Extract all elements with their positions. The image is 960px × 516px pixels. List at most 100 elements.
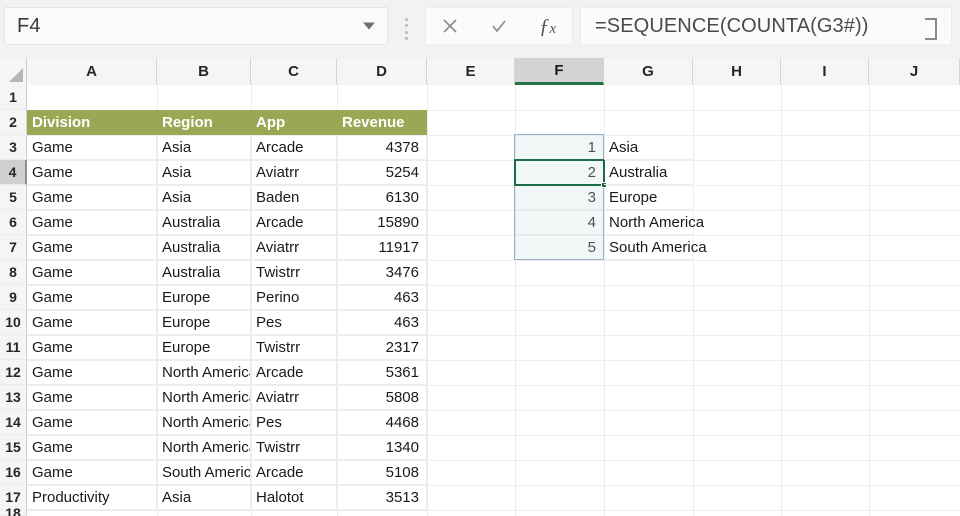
cell-b16[interactable]: South America (157, 460, 251, 485)
cell-a9[interactable]: Game (27, 285, 157, 310)
cell-a13[interactable]: Game (27, 385, 157, 410)
column-header-f[interactable]: F (515, 58, 604, 85)
cell-d13[interactable]: 5808 (337, 385, 427, 410)
column-header-b[interactable]: B (157, 58, 251, 85)
cell-d10[interactable]: 463 (337, 310, 427, 335)
cell-d5[interactable]: 6130 (337, 185, 427, 210)
cell-c14[interactable]: Pes (251, 410, 337, 435)
row-header-8[interactable]: 8 (0, 260, 27, 285)
cell-d17[interactable]: 3513 (337, 485, 427, 510)
cell-d6[interactable]: 15890 (337, 210, 427, 235)
cell-a11[interactable]: Game (27, 335, 157, 360)
cell-b6[interactable]: Australia (157, 210, 251, 235)
cell-c6[interactable]: Arcade (251, 210, 337, 235)
cell-a8[interactable]: Game (27, 260, 157, 285)
cell-b8[interactable]: Australia (157, 260, 251, 285)
table-header-cell-d2[interactable]: Revenue (337, 110, 427, 135)
cell-d9[interactable]: 463 (337, 285, 427, 310)
cell-a15[interactable]: Game (27, 435, 157, 460)
column-header-h[interactable]: H (693, 58, 781, 85)
cell-b13[interactable]: North America (157, 385, 251, 410)
table-header-cell-c2[interactable]: App (251, 110, 337, 135)
cell-c11[interactable]: Twistrr (251, 335, 337, 360)
cell-d14[interactable]: 4468 (337, 410, 427, 435)
cell-g6[interactable]: North America (604, 210, 704, 235)
select-all-corner[interactable] (0, 58, 27, 85)
cell-g3[interactable]: Asia (604, 135, 693, 160)
row-header-5[interactable]: 5 (0, 185, 27, 210)
column-header-i[interactable]: I (781, 58, 869, 85)
cell-c17[interactable]: Halotot (251, 485, 337, 510)
cell-c4[interactable]: Aviatrr (251, 160, 337, 185)
column-header-g[interactable]: G (604, 58, 693, 85)
cell-c16[interactable]: Arcade (251, 460, 337, 485)
cell-b10[interactable]: Europe (157, 310, 251, 335)
column-header-e[interactable]: E (427, 58, 515, 85)
cell-b12[interactable]: North America (157, 360, 251, 385)
row-header-13[interactable]: 13 (0, 385, 27, 410)
cell-g5[interactable]: Europe (604, 185, 693, 210)
cell-a4[interactable]: Game (27, 160, 157, 185)
cell-a3[interactable]: Game (27, 135, 157, 160)
cell-c7[interactable]: Aviatrr (251, 235, 337, 260)
cancel-button[interactable] (427, 8, 473, 44)
cell-d7[interactable]: 11917 (337, 235, 427, 260)
expand-formula-bar-icon[interactable] (925, 18, 937, 40)
cell-d15[interactable]: 1340 (337, 435, 427, 460)
cell-c15[interactable]: Twistrr (251, 435, 337, 460)
cell-d11[interactable]: 2317 (337, 335, 427, 360)
cell-b9[interactable]: Europe (157, 285, 251, 310)
row-header-14[interactable]: 14 (0, 410, 27, 435)
chevron-down-icon[interactable] (363, 22, 375, 30)
row-header-7[interactable]: 7 (0, 235, 27, 260)
cell-c8[interactable]: Twistrr (251, 260, 337, 285)
row-header-16[interactable]: 16 (0, 460, 27, 485)
row-header-4[interactable]: 4 (0, 160, 27, 185)
row-header-2[interactable]: 2 (0, 110, 27, 135)
cell-c12[interactable]: Arcade (251, 360, 337, 385)
cell-d8[interactable]: 3476 (337, 260, 427, 285)
row-header-12[interactable]: 12 (0, 360, 27, 385)
cell-a7[interactable]: Game (27, 235, 157, 260)
cell-a12[interactable]: Game (27, 360, 157, 385)
table-header-cell-a2[interactable]: Division (27, 110, 157, 135)
cell-a14[interactable]: Game (27, 410, 157, 435)
cell-b3[interactable]: Asia (157, 135, 251, 160)
column-header-j[interactable]: J (869, 58, 960, 85)
formula-input[interactable]: =SEQUENCE(COUNTA(G3#)) (580, 7, 952, 45)
cell-b17[interactable]: Asia (157, 485, 251, 510)
row-header-15[interactable]: 15 (0, 435, 27, 460)
formula-bar-grip[interactable] (404, 18, 408, 40)
row-header-11[interactable]: 11 (0, 335, 27, 360)
insert-function-button[interactable]: ƒx (525, 8, 571, 44)
cell-a16[interactable]: Game (27, 460, 157, 485)
cell-c10[interactable]: Pes (251, 310, 337, 335)
cell-c13[interactable]: Aviatrr (251, 385, 337, 410)
cell-a6[interactable]: Game (27, 210, 157, 235)
cell-b14[interactable]: North America (157, 410, 251, 435)
cell-c5[interactable]: Baden (251, 185, 337, 210)
cell-d12[interactable]: 5361 (337, 360, 427, 385)
column-header-c[interactable]: C (251, 58, 337, 85)
spreadsheet-grid[interactable]: ABCDEFGHIJ 1 2 3 4 5 6 7 8 9 10 11 12 13 14 15 16 17 18 D… (0, 58, 960, 516)
cell-c9[interactable]: Perino (251, 285, 337, 310)
cell-d4[interactable]: 5254 (337, 160, 427, 185)
cell-d16[interactable]: 5108 (337, 460, 427, 485)
row-header-9[interactable]: 9 (0, 285, 27, 310)
name-box[interactable]: F4 (4, 7, 388, 45)
row-header-18[interactable]: 18 (0, 505, 27, 516)
cell-g7[interactable]: South America (604, 235, 707, 260)
row-header-6[interactable]: 6 (0, 210, 27, 235)
cell-a5[interactable]: Game (27, 185, 157, 210)
cell-b7[interactable]: Australia (157, 235, 251, 260)
cell-a10[interactable]: Game (27, 310, 157, 335)
cell-b5[interactable]: Asia (157, 185, 251, 210)
cell-g4[interactable]: Australia (604, 160, 693, 185)
table-header-cell-b2[interactable]: Region (157, 110, 251, 135)
column-header-d[interactable]: D (337, 58, 427, 85)
cell-a17[interactable]: Productivity (27, 485, 157, 510)
cell-b11[interactable]: Europe (157, 335, 251, 360)
column-header-a[interactable]: A (27, 58, 157, 85)
cell-b15[interactable]: North America (157, 435, 251, 460)
confirm-button[interactable] (476, 8, 522, 44)
